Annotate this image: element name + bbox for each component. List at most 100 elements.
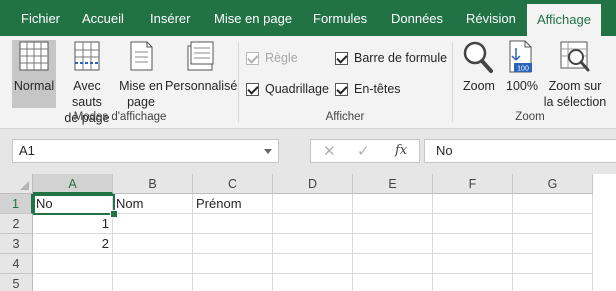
cell-f4[interactable] xyxy=(433,254,513,274)
enter-icon[interactable]: ✓ xyxy=(357,142,370,160)
gridlines-checkbox[interactable]: Quadrillage xyxy=(246,80,329,98)
cell-g3[interactable] xyxy=(513,234,593,254)
magnifier-icon xyxy=(463,41,493,73)
page-layout-label-line2: page xyxy=(127,95,155,109)
column-header-d[interactable]: D xyxy=(273,174,353,194)
formula-buttons: ✕ ✓ fx xyxy=(310,139,420,163)
tab-fichier[interactable]: Fichier xyxy=(21,0,60,36)
row-header-3[interactable]: 3 xyxy=(0,234,33,254)
tab-accueil[interactable]: Accueil xyxy=(82,0,124,36)
cell-f1[interactable] xyxy=(433,194,513,214)
zoom-100-badge: 100 xyxy=(517,66,529,73)
cell-c4[interactable] xyxy=(193,254,273,274)
chevron-down-icon[interactable] xyxy=(264,149,272,154)
column-header-c[interactable]: C xyxy=(193,174,273,194)
normal-view-button[interactable]: Normal xyxy=(12,40,56,108)
tab-revision[interactable]: Révision xyxy=(466,0,516,36)
cell-a1[interactable]: No xyxy=(33,194,113,214)
tab-inserer[interactable]: Insérer xyxy=(150,0,190,36)
zoom-selection-label-line2: la sélection xyxy=(543,95,607,109)
cell-b2[interactable] xyxy=(113,214,193,234)
page-break-preview-button[interactable]: Avec sauts de page xyxy=(57,40,117,125)
zoom-button[interactable]: Zoom xyxy=(458,40,500,108)
column-header-b[interactable]: B xyxy=(113,174,193,194)
cell-c1[interactable]: Prénom xyxy=(193,194,273,214)
name-box-value: A1 xyxy=(19,143,35,158)
column-header-g[interactable]: G xyxy=(513,174,593,194)
formula-input[interactable]: No xyxy=(424,139,616,163)
group-separator xyxy=(452,42,453,122)
ruler-label: Règle xyxy=(265,51,298,65)
normal-view-icon xyxy=(19,41,49,71)
custom-views-label: Personnalisé xyxy=(165,79,238,93)
column-header-a[interactable]: A xyxy=(33,174,113,194)
tab-affichage[interactable]: Affichage xyxy=(527,4,601,36)
cell-b5[interactable] xyxy=(113,274,193,291)
ruler-checkbox[interactable]: Règle xyxy=(246,49,298,67)
column-header-e[interactable]: E xyxy=(353,174,433,194)
ribbon-tab-bar: Fichier Accueil Insérer Mise en page For… xyxy=(0,0,616,36)
tab-formules[interactable]: Formules xyxy=(313,0,367,36)
group-label-show: Afficher xyxy=(325,111,365,123)
cancel-icon[interactable]: ✕ xyxy=(323,142,336,160)
row-header-2[interactable]: 2 xyxy=(0,214,33,234)
cell-b4[interactable] xyxy=(113,254,193,274)
tab-mise-en-page[interactable]: Mise en page xyxy=(214,0,292,36)
page-layout-label: Mise en page xyxy=(118,78,164,110)
row-header-5[interactable]: 5 xyxy=(0,274,33,291)
cell-d1[interactable] xyxy=(273,194,353,214)
cell-e1[interactable] xyxy=(353,194,433,214)
headings-checkbox[interactable]: En-têtes xyxy=(335,80,401,98)
zoom-100-button[interactable]: 100 100% xyxy=(502,40,542,108)
headings-label: En-têtes xyxy=(354,82,401,96)
cell-c2[interactable] xyxy=(193,214,273,234)
cell-g4[interactable] xyxy=(513,254,593,274)
page-layout-button[interactable]: Mise en page xyxy=(118,40,164,110)
cell-a2[interactable]: 1 xyxy=(33,214,113,234)
group-label-modes: Modes d'affichage xyxy=(73,111,167,123)
custom-views-icon xyxy=(187,41,214,71)
formula-bar-checkbox[interactable]: Barre de formule xyxy=(335,49,447,67)
page-layout-icon xyxy=(130,41,153,71)
cell-g2[interactable] xyxy=(513,214,593,234)
cell-e3[interactable] xyxy=(353,234,433,254)
page-layout-label-line1: Mise en xyxy=(119,79,163,93)
page-break-icon xyxy=(74,41,100,71)
cell-e4[interactable] xyxy=(353,254,433,274)
cell-d3[interactable] xyxy=(273,234,353,254)
cell-f2[interactable] xyxy=(433,214,513,234)
row-header-1[interactable]: 1 xyxy=(0,194,33,214)
normal-view-label: Normal xyxy=(13,79,55,93)
cell-c5[interactable] xyxy=(193,274,273,291)
cell-a4[interactable] xyxy=(33,254,113,274)
cell-d5[interactable] xyxy=(273,274,353,291)
custom-views-button[interactable]: Personnalisé xyxy=(165,40,238,108)
cell-b3[interactable] xyxy=(113,234,193,254)
row-header-4[interactable]: 4 xyxy=(0,254,33,274)
cell-a5[interactable] xyxy=(33,274,113,291)
cell-d4[interactable] xyxy=(273,254,353,274)
tab-donnees[interactable]: Données xyxy=(391,0,443,36)
column-header-f[interactable]: F xyxy=(433,174,513,194)
cell-d2[interactable] xyxy=(273,214,353,234)
cell-g5[interactable] xyxy=(513,274,593,291)
zoom-label: Zoom xyxy=(463,79,495,93)
cell-f3[interactable] xyxy=(433,234,513,254)
cell-e5[interactable] xyxy=(353,274,433,291)
zoom-100-label: 100% xyxy=(506,79,538,93)
cell-b1[interactable]: Nom xyxy=(113,194,193,214)
zoom-100-icon: 100 xyxy=(509,40,532,73)
select-all-button[interactable] xyxy=(0,174,33,194)
cell-e2[interactable] xyxy=(353,214,433,234)
zoom-to-selection-button[interactable]: Zoom sur la sélection xyxy=(542,40,608,109)
group-separator xyxy=(238,42,239,122)
cell-g1[interactable] xyxy=(513,194,593,214)
formula-bar-check-icon xyxy=(335,51,348,65)
insert-function-icon[interactable]: fx xyxy=(395,143,407,158)
cell-c3[interactable] xyxy=(193,234,273,254)
name-box[interactable]: A1 xyxy=(12,139,279,163)
ribbon-panel: Normal Avec sauts de page Mise en page P… xyxy=(0,36,616,129)
headings-check-icon xyxy=(335,82,348,96)
cell-f5[interactable] xyxy=(433,274,513,291)
cell-a3[interactable]: 2 xyxy=(33,234,113,254)
